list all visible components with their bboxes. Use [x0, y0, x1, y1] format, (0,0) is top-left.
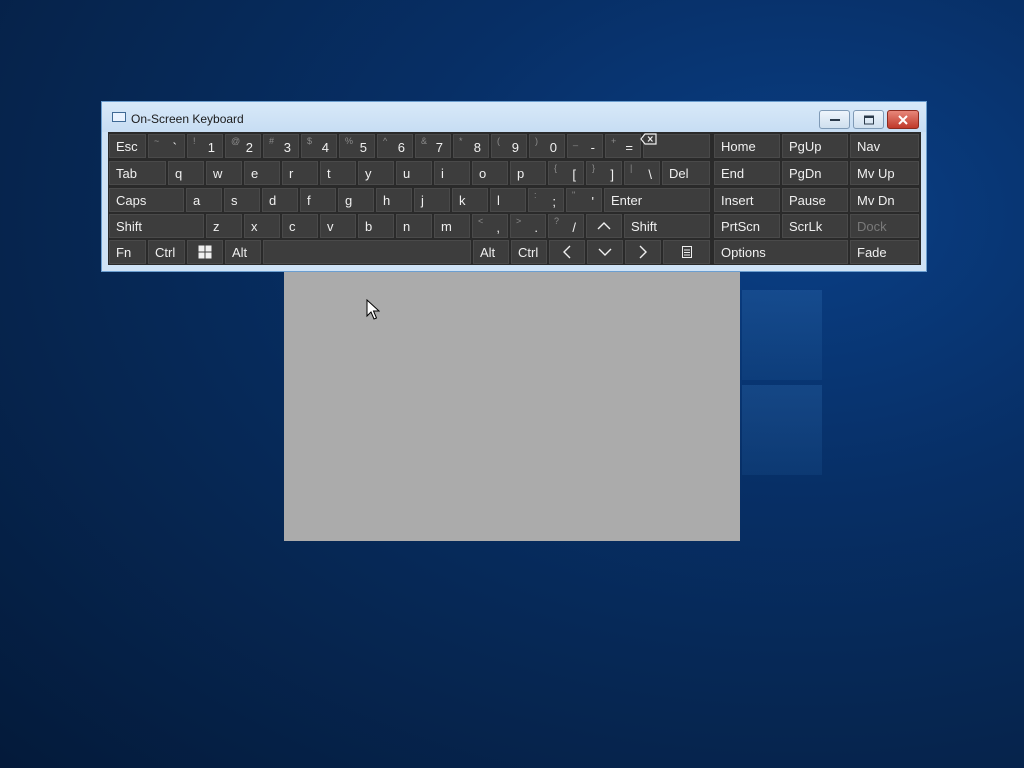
key-ctrl-left[interactable]: Ctrl [148, 240, 185, 264]
key-b[interactable]: b [358, 214, 394, 238]
key-esc[interactable]: Esc [109, 134, 146, 158]
key-minus[interactable]: _ - [567, 134, 603, 158]
keyboard-panel: Esc ~ ` ! 1 @2 #3 $4 % 5 ^ 6 & 7 * 8 (9 ) 0 _ - … [108, 132, 921, 265]
key-x[interactable]: x [244, 214, 280, 238]
key-period[interactable]: >. [510, 214, 546, 238]
key-pgup[interactable]: PgUp [782, 134, 848, 158]
key-4[interactable]: $4 [301, 134, 337, 158]
key-alt-right[interactable]: Alt [473, 240, 509, 264]
key-p[interactable]: p [510, 161, 546, 185]
blank-window-area [284, 271, 740, 541]
key-left[interactable] [549, 240, 585, 264]
key-pgdn[interactable]: PgDn [782, 161, 848, 185]
key-0[interactable]: ) 0 [529, 134, 565, 158]
key-s[interactable]: s [224, 188, 260, 212]
key-9[interactable]: (9 [491, 134, 527, 158]
key-backspace[interactable] [640, 133, 710, 158]
key-mv-up[interactable]: Mv Up [850, 161, 919, 185]
key-3[interactable]: #3 [263, 134, 299, 158]
key-slash[interactable]: ? / [548, 214, 584, 238]
key-e[interactable]: e [244, 161, 280, 185]
key-down[interactable] [587, 240, 623, 264]
key-j[interactable]: j [414, 188, 450, 212]
key-quote[interactable]: " ' [566, 188, 602, 212]
key-g[interactable]: g [338, 188, 374, 212]
key-y[interactable]: y [358, 161, 394, 185]
key-nav[interactable]: Nav [850, 134, 919, 158]
key-shift-right[interactable]: Shift [624, 214, 710, 238]
mouse-pointer-icon [366, 298, 381, 325]
key-m[interactable]: m [434, 214, 470, 238]
key-v[interactable]: v [320, 214, 356, 238]
key-fade[interactable]: Fade [850, 240, 919, 264]
key-windows[interactable] [187, 240, 223, 264]
key-up[interactable] [586, 214, 622, 238]
key-k[interactable]: k [452, 188, 488, 212]
key-z[interactable]: z [206, 214, 242, 238]
key-2[interactable]: @2 [225, 134, 261, 158]
key-a[interactable]: a [186, 188, 222, 212]
title-bar[interactable]: On-Screen Keyboard [102, 102, 926, 132]
key-8[interactable]: * 8 [453, 134, 489, 158]
window-title: On-Screen Keyboard [131, 112, 244, 126]
key-ctrl-right[interactable]: Ctrl [511, 240, 547, 264]
key-o[interactable]: o [472, 161, 508, 185]
key-i[interactable]: i [434, 161, 470, 185]
key-l[interactable]: l [490, 188, 526, 212]
key-right[interactable] [625, 240, 661, 264]
key-r[interactable]: r [282, 161, 318, 185]
close-button[interactable] [887, 110, 919, 129]
key-h[interactable]: h [376, 188, 412, 212]
key-caps[interactable]: Caps [109, 188, 184, 212]
key-n[interactable]: n [396, 214, 432, 238]
key-right-bracket[interactable]: }] [586, 161, 622, 185]
key-t[interactable]: t [320, 161, 356, 185]
key-comma[interactable]: <, [472, 214, 508, 238]
key-dock: Dock [850, 214, 919, 238]
key-equal[interactable]: + = [605, 134, 641, 158]
key-del[interactable]: Del [662, 161, 710, 185]
key-c[interactable]: c [282, 214, 318, 238]
key-home[interactable]: Home [714, 134, 780, 158]
key-options[interactable]: Options [714, 240, 848, 264]
key-6[interactable]: ^ 6 [377, 134, 413, 158]
key-q[interactable]: q [168, 161, 204, 185]
key-pause[interactable]: Pause [782, 188, 848, 212]
key-d[interactable]: d [262, 188, 298, 212]
keyboard-icon [112, 112, 126, 122]
key-mv-dn[interactable]: Mv Dn [850, 188, 919, 212]
minimize-button[interactable] [819, 110, 850, 129]
on-screen-keyboard-window: On-Screen Keyboard Esc ~ ` ! 1 @2 #3 $4 % 5… [101, 101, 927, 272]
key-f[interactable]: f [300, 188, 336, 212]
key-semicolon[interactable]: :; [528, 188, 564, 212]
windows-logo-watermark [742, 290, 822, 475]
key-7[interactable]: & 7 [415, 134, 451, 158]
key-backtick[interactable]: ~ ` [148, 134, 185, 158]
key-backslash[interactable]: | \ [624, 161, 660, 185]
key-1[interactable]: ! 1 [187, 134, 223, 158]
key-5[interactable]: % 5 [339, 134, 375, 158]
key-fn[interactable]: Fn [109, 240, 146, 264]
key-menu[interactable] [663, 240, 710, 264]
key-u[interactable]: u [396, 161, 432, 185]
key-enter[interactable]: Enter [604, 188, 710, 212]
key-tab[interactable]: Tab [109, 161, 166, 185]
key-shift-left[interactable]: Shift [109, 214, 204, 238]
key-w[interactable]: w [206, 161, 242, 185]
key-alt-left[interactable]: Alt [225, 240, 261, 264]
key-prtscn[interactable]: PrtScn [714, 214, 780, 238]
key-end[interactable]: End [714, 161, 780, 185]
maximize-button[interactable] [853, 110, 884, 129]
key-space[interactable] [263, 240, 471, 264]
key-left-bracket[interactable]: {[ [548, 161, 584, 185]
key-insert[interactable]: Insert [714, 188, 780, 212]
key-scrlk[interactable]: ScrLk [782, 214, 848, 238]
